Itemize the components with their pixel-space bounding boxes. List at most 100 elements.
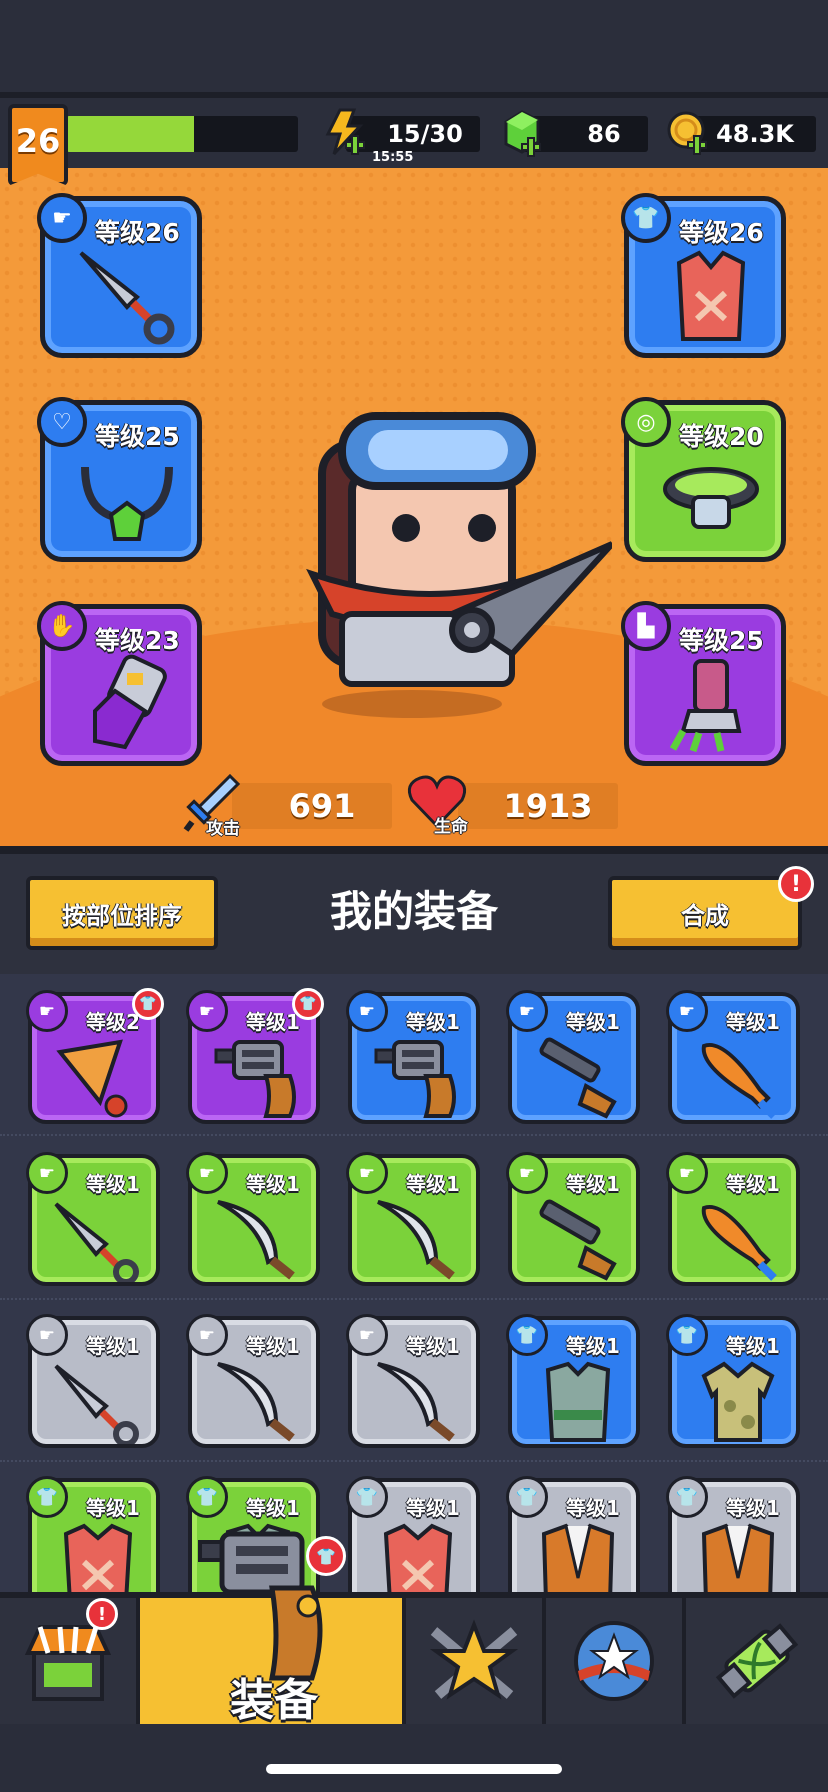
sort-by-slot-button[interactable]: 按部位排序: [26, 876, 218, 950]
weapon-type-icon: ☛: [506, 990, 548, 1032]
inventory-item[interactable]: ☛ 等级1: [346, 990, 480, 1124]
merge-alert-badge: !: [778, 866, 814, 902]
machete-icon: [217, 1200, 295, 1280]
new-item-badge: 👕: [132, 988, 164, 1020]
weapon-type-icon: ☛: [346, 1152, 388, 1194]
gem-necklace-icon: [81, 466, 173, 541]
dna-capsule-icon: [715, 1623, 799, 1699]
inventory-item[interactable]: 👕 等级1: [26, 1476, 160, 1610]
revolver-icon: [214, 1040, 296, 1118]
inventory-item[interactable]: 👕 等级1: [506, 1314, 640, 1448]
item-level: 等级1: [86, 1334, 140, 1358]
item-level: 等级1: [726, 1010, 780, 1034]
equipped-gloves-slot[interactable]: ✋ 等级23: [37, 601, 202, 766]
inventory-item[interactable]: ☛ 等级1: [666, 990, 800, 1124]
gem-value: 86: [587, 120, 621, 148]
my-equipment-title: 我的装备: [329, 887, 498, 936]
inventory-item[interactable]: ☛ 等级1: [186, 1314, 320, 1448]
item-level: 等级1: [406, 1010, 460, 1034]
inventory-item[interactable]: ☛ 等级1: [506, 1152, 640, 1286]
body-armor-icon: [545, 1361, 611, 1442]
inventory-item[interactable]: 👕 等级1: [666, 1314, 800, 1448]
health-value: 1913: [503, 787, 593, 825]
row-divider: [0, 1134, 828, 1136]
belt-icon: [663, 467, 759, 529]
tab-shop[interactable]: [0, 1598, 140, 1724]
energy-timer: 15:55: [372, 150, 414, 165]
machete-icon: [377, 1362, 455, 1442]
item-level: 等级1: [406, 1334, 460, 1358]
equipped-weapon-slot[interactable]: ☛ 等级26: [37, 193, 202, 358]
armor-type-icon: 👕: [26, 1476, 68, 1518]
equipped-boots-slot[interactable]: ▙ 等级25: [621, 601, 786, 766]
item-level: 等级1: [726, 1496, 780, 1520]
weapon-type-icon: ☛: [26, 1314, 68, 1356]
home-indicator[interactable]: [266, 1764, 562, 1774]
attack-label: 攻击: [206, 819, 240, 839]
inventory-item[interactable]: ☛ 等级2 👕: [26, 988, 164, 1124]
shotgun-icon: [539, 1037, 617, 1119]
item-level: 等级1: [726, 1334, 780, 1358]
weapon-type-icon: ☛: [666, 1152, 708, 1194]
glove-type-icon: ✋: [37, 601, 87, 651]
inventory-item[interactable]: ☛ 等级1: [186, 1152, 320, 1286]
row-divider: [0, 1298, 828, 1300]
gold-coin-plus-icon[interactable]: [664, 108, 716, 160]
hero-character[interactable]: [282, 404, 612, 724]
lightning-plus-icon[interactable]: [318, 108, 370, 160]
machete-icon: [377, 1200, 455, 1280]
equipment-alert-badge: 👕: [306, 1536, 346, 1576]
drill-icon: [56, 1039, 128, 1118]
leather-vest-icon: [676, 250, 746, 341]
health-label: 生命: [434, 817, 468, 837]
inventory-item[interactable]: ☛ 等级1: [346, 1152, 480, 1286]
new-item-badge: 👕: [292, 988, 324, 1020]
weapon-type-icon: ☛: [37, 193, 87, 243]
equipped-armor-slot[interactable]: 👕 等级26: [621, 193, 786, 358]
row-divider: [0, 1460, 828, 1462]
armor-type-icon: 👕: [666, 1314, 708, 1356]
tab-battle[interactable]: [406, 1598, 546, 1724]
xp-bar-fill: [66, 116, 194, 152]
belt-type-icon: ◎: [621, 397, 671, 447]
armor-type-icon: 👕: [346, 1476, 388, 1518]
item-level: 等级1: [246, 1496, 300, 1520]
item-level: 等级1: [566, 1496, 620, 1520]
item-level: 等级1: [86, 1496, 140, 1520]
green-gem-plus-icon[interactable]: [500, 108, 552, 160]
equipped-belt-slot[interactable]: ◎ 等级20: [621, 397, 786, 562]
weapon-type-icon: ☛: [666, 990, 708, 1032]
item-level: 等级1: [246, 1172, 300, 1196]
divider: [0, 846, 828, 854]
inventory-item[interactable]: 👕 等级1: [346, 1476, 480, 1610]
weapon-type-icon: ☛: [186, 1152, 228, 1194]
inventory-item[interactable]: ☛ 等级1: [506, 990, 640, 1124]
inventory-item[interactable]: 👕 等级1: [666, 1476, 800, 1610]
inventory-item[interactable]: ☛ 等级1: [346, 1314, 480, 1448]
inventory-item[interactable]: 👕 等级1: [506, 1476, 640, 1610]
necklace-type-icon: ♡: [37, 397, 87, 447]
merge-button[interactable]: 合成: [608, 876, 802, 950]
inventory-item[interactable]: ☛ 等级1 👕: [186, 988, 324, 1124]
kunai-icon: [54, 1364, 139, 1444]
player-level: 26: [15, 122, 61, 160]
claw-boot-icon: [669, 659, 742, 753]
tab-evolution[interactable]: [686, 1598, 828, 1724]
home-indicator-area: [0, 1724, 828, 1792]
armor-type-icon: 👕: [186, 1476, 228, 1518]
inventory-item[interactable]: ☛ 等级1: [666, 1152, 800, 1286]
item-level: 等级1: [246, 1334, 300, 1358]
inventory-item[interactable]: ☛ 等级1: [26, 1152, 160, 1286]
crossed-swords-star-icon: [429, 1619, 519, 1700]
inventory-item[interactable]: ☛ 等级1: [26, 1314, 160, 1448]
item-level: 等级1: [406, 1496, 460, 1520]
armor-type-icon: 👕: [506, 1476, 548, 1518]
bat-icon: [701, 1042, 777, 1119]
item-level: 等级1: [566, 1010, 620, 1034]
item-level: 等级1: [566, 1172, 620, 1196]
equipped-necklace-slot[interactable]: ♡ 等级25: [37, 397, 202, 562]
weapon-type-icon: ☛: [26, 1152, 68, 1194]
tab-talents[interactable]: [546, 1598, 686, 1724]
mech-gauntlet-icon: [93, 654, 167, 750]
player-level-badge[interactable]: 26: [8, 104, 68, 186]
